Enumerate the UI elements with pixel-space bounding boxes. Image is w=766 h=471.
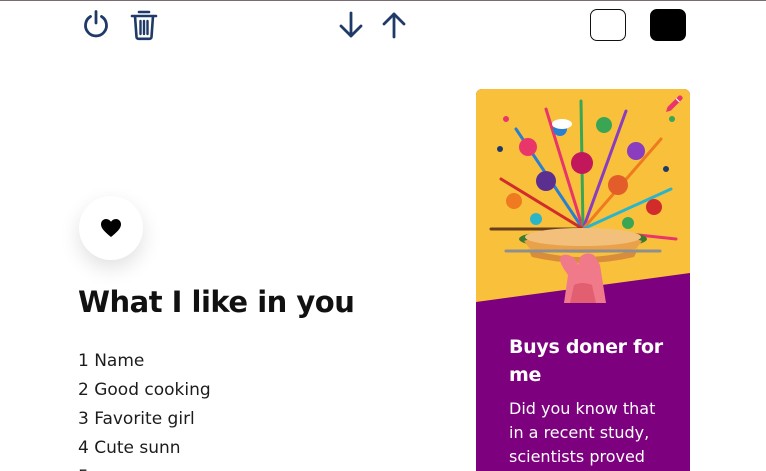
- list-item: 4 Cute sunn: [78, 438, 181, 458]
- top-divider: [0, 0, 766, 1]
- page-title: What I like in you: [78, 285, 355, 319]
- power-button[interactable]: [80, 8, 112, 40]
- list-item: 5 ...: [78, 463, 211, 471]
- card-illustration: [476, 89, 690, 303]
- trash-icon: [130, 10, 158, 41]
- heart-icon: [101, 219, 121, 237]
- list-item: 2 Good cooking: [78, 380, 211, 400]
- list-item: 1 Name: [78, 351, 145, 371]
- card-description: Did you know that in a recent study, sci…: [509, 399, 656, 466]
- list-item: 3 Favorite girl: [78, 409, 195, 429]
- likes-list: 1 Name 2 Good cooking 3 Favorite girl 4 …: [78, 347, 211, 471]
- edit-button[interactable]: [662, 92, 686, 116]
- arrow-up-icon: [382, 12, 406, 39]
- arrow-down-icon: [339, 11, 363, 38]
- dark-theme-swatch[interactable]: [650, 9, 686, 41]
- power-icon: [84, 10, 108, 38]
- like-button[interactable]: [79, 196, 143, 260]
- card-title: Buys doner for me: [509, 336, 663, 386]
- feature-card: Buys doner for me Did you know that in a…: [476, 89, 690, 471]
- move-down-button[interactable]: [337, 10, 365, 40]
- move-up-button[interactable]: [380, 10, 408, 40]
- delete-button[interactable]: [129, 8, 159, 41]
- light-theme-swatch[interactable]: [590, 9, 626, 41]
- pencil-icon: [666, 95, 683, 112]
